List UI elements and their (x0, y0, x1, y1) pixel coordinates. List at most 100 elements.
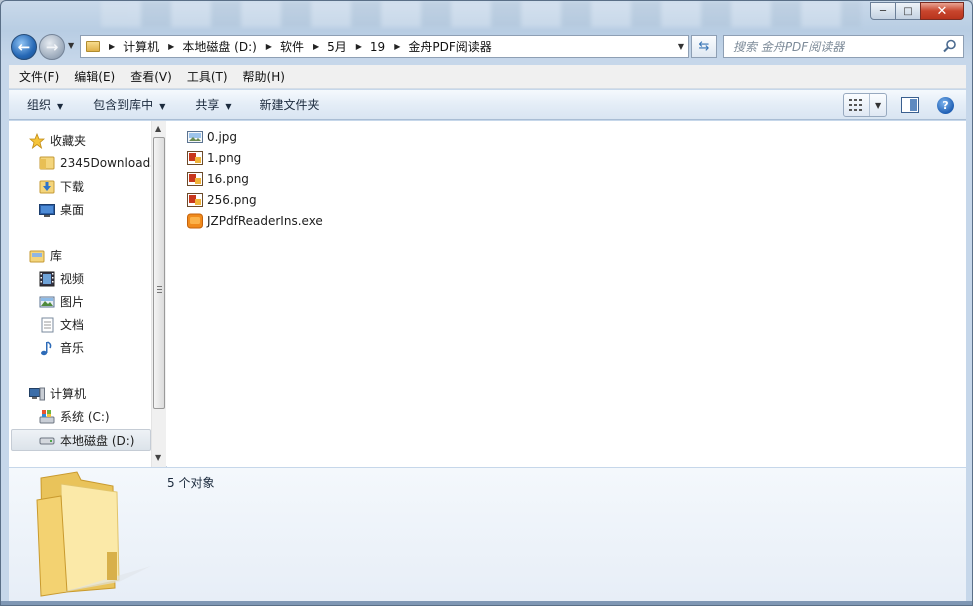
command-bar: 组织 ▼ 包含到库中 ▼ 共享 ▼ 新建文件夹 ▼ ? (9, 90, 966, 120)
chevron-right-icon[interactable]: ▶ (313, 42, 319, 51)
share-button[interactable]: 共享 ▼ (195, 96, 231, 113)
folder-icon (36, 471, 151, 597)
menu-edit[interactable]: 编辑(E) (69, 68, 120, 85)
nav-libraries[interactable]: 库 (29, 247, 62, 264)
preview-pane-icon[interactable] (901, 97, 919, 113)
menu-help[interactable]: 帮助(H) (238, 68, 290, 85)
search-icon[interactable] (943, 39, 957, 53)
file-name: 1.png (207, 151, 242, 165)
chevron-down-icon: ▼ (159, 102, 166, 111)
organize-button[interactable]: 组织 ▼ (27, 96, 63, 113)
address-bar[interactable]: ▶ 计算机 ▶ 本地磁盘 (D:) ▶ 软件 ▶ 5月 ▶ 19 ▶ 金舟PDF… (80, 35, 689, 58)
view-details-icon (844, 94, 870, 116)
computer-icon (29, 387, 45, 400)
chevron-right-icon[interactable]: ▶ (109, 42, 115, 51)
folder-icon (39, 156, 55, 170)
new-folder-button[interactable]: 新建文件夹 (260, 96, 320, 113)
file-name: 0.jpg (207, 130, 238, 144)
nav-item-downloads[interactable]: 下载 (39, 178, 84, 195)
file-item[interactable]: 0.jpg (187, 129, 237, 145)
nav-item-label: 文档 (60, 318, 85, 332)
chevron-down-icon: ▼ (57, 102, 64, 111)
nav-computer-label: 计算机 (50, 387, 87, 401)
nav-libraries-label: 库 (50, 249, 63, 263)
include-in-library-label: 包含到库中 (93, 98, 154, 112)
folder-icon (86, 41, 100, 52)
scrollbar-thumb[interactable] (153, 137, 165, 409)
documents-icon (41, 317, 54, 332)
nav-item-label: 视频 (60, 272, 85, 286)
menu-view[interactable]: 查看(V) (125, 68, 177, 85)
toolbar-right: ▼ ? (843, 93, 954, 117)
forward-button[interactable]: → (39, 34, 65, 60)
png-image-icon (187, 151, 203, 165)
nav-computer[interactable]: 计算机 (29, 385, 86, 402)
explorer-window: ─ □ ✕ ← → ▼ ▶ 计算机 ▶ 本地磁盘 (D:) ▶ 软件 ▶ 5月 … (0, 0, 973, 606)
address-dropdown-icon[interactable]: ▼ (678, 42, 684, 51)
change-view-button[interactable]: ▼ (843, 93, 887, 117)
breadcrumb-may[interactable]: 5月 (327, 38, 347, 55)
star-icon (29, 132, 45, 149)
installer-exe-icon (187, 213, 203, 229)
search-input[interactable]: 搜索 金舟PDF阅读器 (723, 35, 964, 58)
main-area: 收藏夹 2345Downloads 下载 桌面 库 视频 图片 文档 音乐 计算… (9, 121, 966, 467)
breadcrumb-drive-d[interactable]: 本地磁盘 (D:) (182, 38, 256, 55)
system-drive-icon (39, 409, 55, 423)
breadcrumb-computer[interactable]: 计算机 (123, 38, 159, 55)
chevron-right-icon[interactable]: ▶ (394, 42, 400, 51)
navigation-pane: 收藏夹 2345Downloads 下载 桌面 库 视频 图片 文档 音乐 计算… (9, 121, 165, 467)
nav-item-videos[interactable]: 视频 (39, 270, 84, 287)
close-button[interactable]: ✕ (920, 2, 964, 20)
chevron-right-icon[interactable]: ▶ (266, 42, 272, 51)
back-arrow-icon: ← (17, 38, 31, 56)
nav-item-documents[interactable]: 文档 (39, 316, 84, 333)
navigation-scrollbar[interactable]: ▲ ▼ (151, 121, 166, 467)
chevron-down-icon: ▼ (225, 102, 232, 111)
file-list: 0.jpg 1.png 16.png 256.png JZPdfReaderIn… (167, 121, 966, 467)
desktop-icon (39, 203, 55, 217)
help-icon[interactable]: ? (937, 96, 954, 114)
organize-label: 组织 (27, 98, 52, 112)
maximize-button[interactable]: □ (895, 2, 921, 20)
nav-item-drive-d[interactable]: 本地磁盘 (D:) (11, 429, 151, 451)
nav-item-2345downloads[interactable]: 2345Downloads (39, 155, 156, 171)
nav-item-music[interactable]: 音乐 (39, 339, 84, 356)
png-image-icon (187, 172, 203, 186)
menu-bar: 文件(F) 编辑(E) 查看(V) 工具(T) 帮助(H) (9, 65, 966, 89)
breadcrumb-software[interactable]: 软件 (280, 38, 304, 55)
nav-item-label: 2345Downloads (60, 156, 157, 170)
scroll-up-icon[interactable]: ▲ (155, 124, 161, 133)
refresh-button[interactable]: ⇆ (691, 35, 717, 58)
refresh-icon: ⇆ (698, 39, 710, 54)
minimize-button[interactable]: ─ (870, 2, 896, 20)
file-item[interactable]: JZPdfReaderIns.exe (187, 213, 323, 229)
item-count: 5 个对象 (167, 476, 215, 490)
nav-item-label: 桌面 (60, 203, 85, 217)
nav-favorites[interactable]: 收藏夹 (29, 132, 86, 149)
breadcrumb-current-folder[interactable]: 金舟PDF阅读器 (408, 38, 491, 55)
nav-item-drive-c[interactable]: 系统 (C:) (39, 408, 110, 425)
menu-tools[interactable]: 工具(T) (182, 68, 233, 85)
menu-file[interactable]: 文件(F) (14, 68, 64, 85)
nav-item-label: 本地磁盘 (D:) (60, 433, 135, 448)
titlebar-background (101, 1, 861, 27)
nav-item-pictures[interactable]: 图片 (39, 293, 84, 310)
hard-drive-icon (39, 437, 55, 445)
file-item[interactable]: 16.png (187, 171, 249, 187)
file-item[interactable]: 1.png (187, 150, 241, 166)
music-icon (41, 340, 52, 355)
breadcrumb-19[interactable]: 19 (370, 40, 385, 54)
grip-icon (157, 286, 162, 293)
chevron-down-icon[interactable]: ▼ (875, 101, 881, 110)
pictures-icon (39, 296, 55, 307)
file-item[interactable]: 256.png (187, 192, 257, 208)
nav-item-desktop[interactable]: 桌面 (39, 201, 84, 218)
recent-pages-dropdown-icon[interactable]: ▼ (68, 41, 74, 50)
share-label: 共享 (195, 98, 220, 112)
nav-item-label: 系统 (C:) (60, 410, 110, 424)
include-in-library-button[interactable]: 包含到库中 ▼ (93, 96, 165, 113)
chevron-right-icon[interactable]: ▶ (168, 42, 174, 51)
scroll-down-icon[interactable]: ▼ (155, 453, 161, 462)
chevron-right-icon[interactable]: ▶ (356, 42, 362, 51)
back-button[interactable]: ← (11, 34, 37, 60)
